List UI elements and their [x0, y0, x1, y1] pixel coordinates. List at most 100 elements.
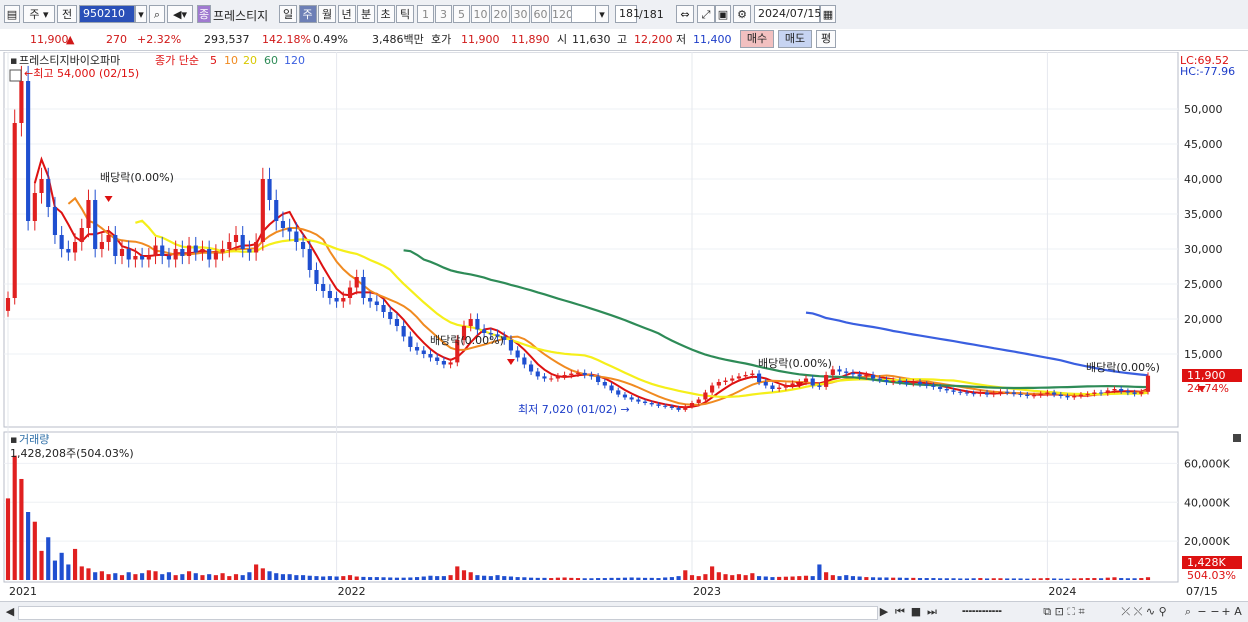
volume-bar: [267, 571, 272, 580]
volume-bar: [857, 576, 862, 580]
period-unit-select[interactable]: 주 ▾: [23, 5, 55, 23]
volume-bar: [274, 573, 279, 580]
zoom-in-icon[interactable]: +: [1220, 605, 1232, 619]
candle: [99, 242, 104, 249]
stock-chart[interactable]: 15,000 20,000 25,000 30,000 35,000 40,000 45,0…: [0, 52, 1248, 601]
sell-button[interactable]: 매도: [778, 30, 812, 48]
candle: [1018, 393, 1023, 395]
speaker-icon[interactable]: ◀▾: [167, 5, 193, 23]
zoom-icon[interactable]: ⇔: [676, 5, 694, 23]
interval-20[interactable]: 20: [491, 5, 510, 23]
candle: [569, 373, 574, 375]
calendar-icon[interactable]: ▦: [820, 5, 836, 23]
volume-bar: [388, 577, 393, 580]
prev-button[interactable]: 전: [57, 5, 77, 23]
candle: [52, 207, 58, 235]
candle: [535, 371, 540, 377]
volume-bar: [32, 521, 37, 580]
candle: [347, 287, 353, 298]
tab-4[interactable]: 분: [357, 5, 375, 23]
volume-bar: [368, 577, 373, 580]
candle: [1065, 396, 1070, 398]
volume-bar: [341, 576, 346, 580]
buy-button[interactable]: 매수: [740, 30, 774, 48]
tab-3[interactable]: 년: [337, 5, 356, 23]
volume-bar: [347, 575, 353, 580]
count-input[interactable]: 181: [615, 5, 640, 23]
candle: [522, 357, 527, 365]
interval-3[interactable]: 3: [435, 5, 452, 23]
candle: [515, 350, 520, 358]
volume-bar: [824, 572, 829, 580]
text-tool-icon[interactable]: A: [1232, 605, 1244, 619]
hc-value: HC:-77.96: [1180, 65, 1235, 78]
scroll-right-icon[interactable]: ▶: [878, 605, 890, 619]
code-dropdown-icon[interactable]: ▾: [135, 5, 147, 23]
line-tools-icon[interactable]: ⤫ ⤬ ∿ ⚲: [1108, 605, 1180, 619]
volume-bar: [616, 577, 621, 580]
volume-bar: [515, 577, 520, 580]
legend-period-60: 60: [264, 54, 278, 67]
volume-bar: [408, 577, 413, 580]
volume-bar: [482, 575, 487, 580]
volume-bar: [1132, 578, 1137, 580]
toolbar: ▤ 주 ▾ 전 950210 ▾ ⌕ ◀▾ 종 프레스티지 일주월년분초틱 13…: [0, 0, 1248, 30]
tab-1[interactable]: 주: [298, 5, 317, 23]
volume-bar: [26, 512, 31, 580]
candle: [1052, 392, 1057, 395]
interval-30[interactable]: 30: [511, 5, 530, 23]
candle: [321, 284, 326, 291]
save-icon[interactable]: ▣: [715, 5, 731, 23]
tab-6[interactable]: 틱: [396, 5, 414, 23]
volume-bar: [468, 572, 473, 580]
volume-bar: [622, 577, 628, 580]
tab-0[interactable]: 일: [279, 5, 297, 23]
price-panel: [3, 52, 1179, 428]
candle: [629, 397, 634, 400]
candle: [133, 256, 138, 260]
candle: [575, 372, 581, 374]
avg-button[interactable]: 평: [816, 30, 836, 48]
candle: [810, 378, 815, 386]
dividend-label: 배당락(0.00%): [1086, 361, 1160, 374]
candle: [844, 371, 849, 373]
interval-60[interactable]: 60: [531, 5, 550, 23]
tab-2[interactable]: 월: [318, 5, 336, 23]
zoom-out-icon[interactable]: −: [1196, 605, 1208, 619]
interval-120[interactable]: 120: [551, 5, 573, 23]
date-input[interactable]: 2024/07/15: [754, 5, 821, 23]
candle: [207, 249, 212, 260]
scroll-track[interactable]: [18, 606, 878, 620]
speed-slider[interactable]: ╍╍╍╍╍╍: [948, 605, 1016, 619]
candle: [730, 378, 735, 381]
volume-bar: [133, 574, 138, 580]
minus-icon[interactable]: −: [1210, 605, 1220, 619]
price-tick-label: 40,000: [1184, 173, 1223, 186]
interval-1[interactable]: 1: [417, 5, 434, 23]
forward-icon[interactable]: ⏭: [925, 605, 939, 619]
unit-dropdown-icon[interactable]: ▾: [595, 5, 609, 23]
rewind-icon[interactable]: ⏮: [893, 605, 907, 619]
candle: [1031, 395, 1037, 397]
scroll-left-icon[interactable]: ◀: [4, 605, 16, 619]
crosshair-icon[interactable]: ⤢: [697, 5, 715, 23]
layout-icon[interactable]: ▤: [4, 5, 20, 23]
search-icon[interactable]: ⌕: [149, 5, 165, 23]
stop-icon[interactable]: ■: [909, 605, 923, 619]
zoom-search-icon[interactable]: ⌕: [1182, 605, 1194, 619]
volume-bar: [287, 574, 292, 580]
code-input[interactable]: 950210: [79, 5, 135, 23]
interval-5[interactable]: 5: [453, 5, 470, 23]
volume-bar: [850, 576, 856, 580]
interval-10[interactable]: 10: [471, 5, 490, 23]
count-total: /181: [639, 8, 664, 21]
tab-5[interactable]: 초: [376, 5, 395, 23]
volume-bar: [113, 573, 118, 580]
bid-label: 호가: [431, 33, 452, 46]
draw-tools-icon[interactable]: ⧉ ⊡ ⛶ ⌗: [1024, 605, 1104, 619]
candle: [870, 375, 876, 379]
candle: [676, 407, 681, 410]
gear-icon[interactable]: ⚙: [733, 5, 751, 23]
panel-close-icon[interactable]: [1233, 434, 1241, 442]
volume-bar: [1105, 577, 1110, 580]
